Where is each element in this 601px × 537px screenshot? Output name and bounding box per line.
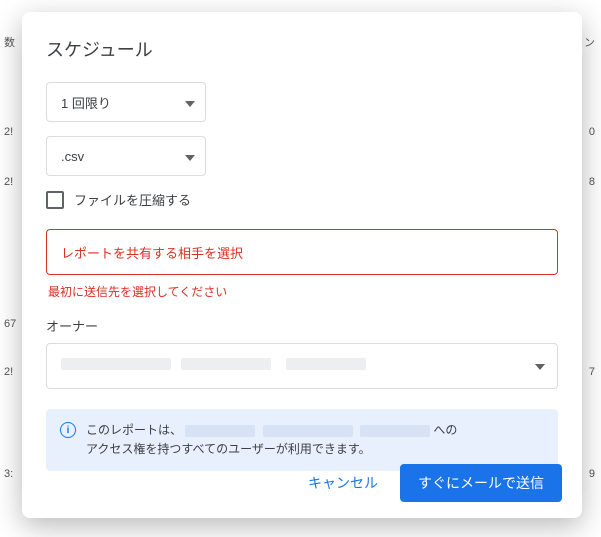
share-recipients-input[interactable]: レポートを共有する相手を選択 bbox=[46, 229, 558, 275]
info-text: このレポートは、 への アクセス権を持つすべてのユーザーが利用できます。 bbox=[86, 421, 457, 459]
share-error-text: 最初に送信先を選択してください bbox=[48, 283, 556, 300]
owner-value-redacted bbox=[61, 357, 366, 375]
bg-cell: 7 bbox=[589, 366, 595, 378]
info-prefix: このレポートは、 bbox=[86, 423, 182, 437]
bg-cell: 数 bbox=[4, 34, 15, 50]
info-suffix1: への bbox=[433, 423, 457, 437]
bg-cell: 2! bbox=[4, 176, 13, 188]
bg-cell: 8 bbox=[589, 176, 595, 188]
bg-cell: 67 bbox=[4, 318, 16, 330]
info-line2: アクセス権を持つすべてのユーザーが利用できます。 bbox=[86, 442, 371, 456]
format-value: .csv bbox=[61, 149, 84, 164]
compress-row: ファイルを圧縮する bbox=[46, 190, 558, 209]
owner-select[interactable] bbox=[46, 343, 558, 389]
bg-cell: 0 bbox=[589, 126, 595, 138]
compress-checkbox[interactable] bbox=[46, 191, 64, 209]
bg-cell: 3: bbox=[4, 468, 13, 480]
bg-cell: 2! bbox=[4, 126, 13, 138]
frequency-select[interactable]: 1 回限り bbox=[46, 82, 206, 122]
compress-label: ファイルを圧縮する bbox=[74, 190, 191, 209]
chevron-down-icon bbox=[185, 149, 195, 164]
info-icon: i bbox=[60, 422, 76, 438]
bg-cell: ン bbox=[584, 34, 595, 50]
dialog-title: スケジュール bbox=[46, 36, 558, 62]
info-banner: i このレポートは、 への アクセス権を持つすべてのユーザーが利用できます。 bbox=[46, 409, 558, 471]
chevron-down-icon bbox=[535, 357, 545, 375]
share-placeholder: レポートを共有する相手を選択 bbox=[61, 243, 243, 262]
chevron-down-icon bbox=[185, 95, 195, 110]
cancel-button[interactable]: キャンセル bbox=[294, 464, 392, 502]
frequency-value: 1 回限り bbox=[61, 93, 111, 112]
dialog-actions: キャンセル すぐにメールで送信 bbox=[294, 464, 562, 502]
bg-cell: 9 bbox=[589, 468, 595, 480]
send-now-button[interactable]: すぐにメールで送信 bbox=[400, 464, 562, 502]
format-select[interactable]: .csv bbox=[46, 136, 206, 176]
bg-cell: 2! bbox=[4, 366, 13, 378]
owner-label: オーナー bbox=[46, 316, 558, 335]
schedule-dialog: スケジュール 1 回限り .csv ファイルを圧縮する レポートを共有する相手を… bbox=[22, 12, 582, 518]
